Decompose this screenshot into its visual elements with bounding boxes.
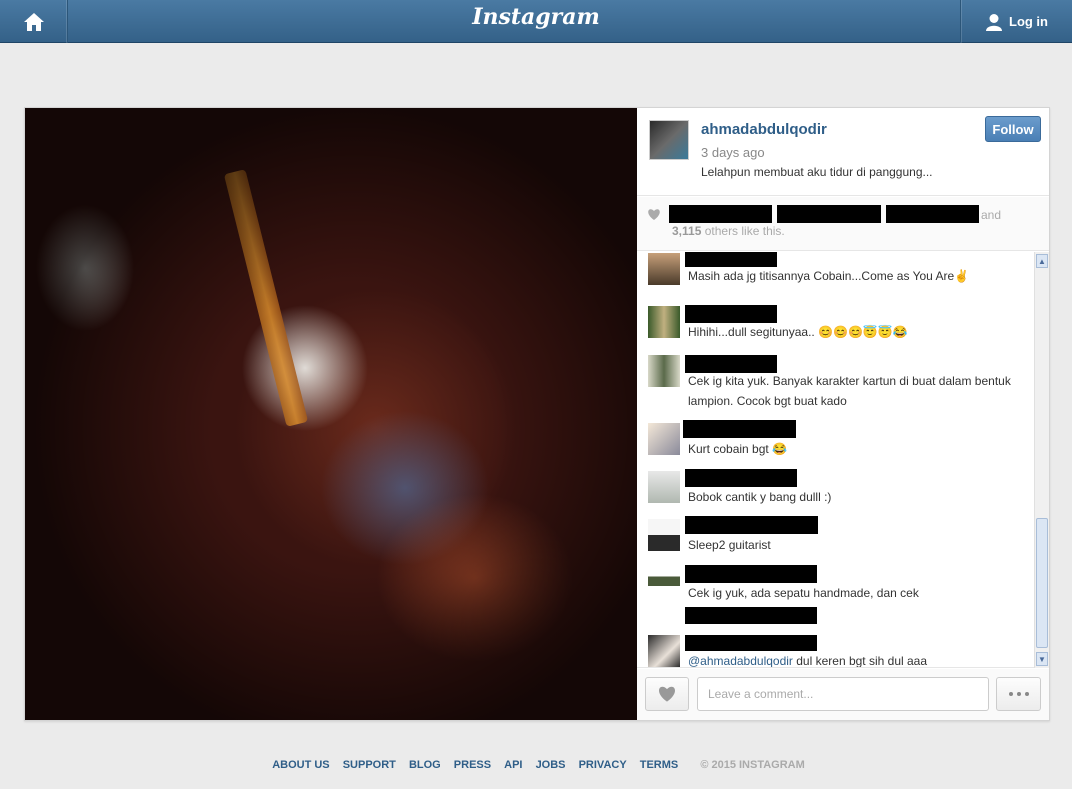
comment-text: Masih ada jg titisannya Cobain...Come as… — [688, 269, 970, 283]
commenter-avatar[interactable] — [648, 635, 680, 667]
heart-icon — [648, 209, 660, 220]
author-username[interactable]: ahmadabdulqodir — [701, 121, 827, 138]
comment-text: Bobok cantik y bang dulll :) — [688, 490, 832, 504]
comment-input[interactable] — [697, 677, 989, 711]
comment-composer — [637, 669, 1049, 720]
post-timestamp[interactable]: 3 days ago — [701, 145, 765, 160]
comment-text-body: dul keren bgt sih dul aaa — [792, 654, 928, 668]
commenter-avatar[interactable] — [648, 567, 680, 599]
footer-link-about[interactable]: ABOUT US — [272, 759, 329, 771]
comment-text: Kurt cobain bgt 😂 — [688, 442, 787, 456]
home-button[interactable] — [0, 0, 68, 43]
redacted-liker-1 — [669, 205, 772, 223]
comment-item: @ahmadabdulqodir dul keren bgt sih dul a… — [637, 627, 1032, 667]
redacted-commenter-name — [683, 420, 796, 438]
like-button[interactable] — [645, 677, 689, 711]
follow-button[interactable]: Follow — [985, 116, 1041, 142]
login-button[interactable]: Log in — [960, 0, 1072, 43]
footer-link-api[interactable]: API — [504, 759, 522, 771]
comment-text: Cek ig yuk, ada sepatu handmade, dan cek — [688, 586, 919, 600]
comment-item: Masih ada jg titisannya Cobain...Come as… — [637, 252, 1032, 292]
comment-item: Cek ig yuk, ada sepatu handmade, dan cek — [637, 559, 1032, 625]
user-icon — [986, 13, 1002, 31]
more-dot-icon — [1024, 692, 1029, 696]
scroll-down-arrow-icon[interactable]: ▼ — [1036, 652, 1048, 666]
comment-text: Cek ig kita yuk. Banyak karakter kartun … — [688, 374, 1011, 408]
top-navigation-bar: Instagram Log in — [0, 0, 1072, 43]
login-label: Log in — [1009, 14, 1048, 29]
heart-icon — [659, 686, 675, 702]
post-photo[interactable] — [25, 108, 637, 720]
redacted-commenter-name — [685, 469, 797, 487]
likes-section: and 3,115 others like this. — [637, 197, 1049, 251]
footer: ABOUT US SUPPORT BLOG PRESS API JOBS PRI… — [0, 759, 1072, 771]
likes-count[interactable]: 3,115 — [672, 224, 701, 238]
redacted-handle — [685, 607, 817, 624]
redacted-commenter-name — [685, 635, 817, 651]
commenter-avatar[interactable] — [648, 355, 680, 387]
redacted-liker-3 — [886, 205, 979, 223]
redacted-commenter-name — [685, 565, 817, 583]
footer-link-privacy[interactable]: PRIVACY — [579, 759, 627, 771]
footer-link-blog[interactable]: BLOG — [409, 759, 441, 771]
footer-link-support[interactable]: SUPPORT — [343, 759, 396, 771]
comment-text: Sleep2 guitarist — [688, 538, 771, 552]
comment-item: Cek ig kita yuk. Banyak karakter kartun … — [637, 347, 1032, 409]
commenter-avatar[interactable] — [648, 519, 680, 551]
instagram-logo[interactable]: Instagram — [0, 4, 1072, 30]
scroll-up-arrow-icon[interactable]: ▲ — [1036, 254, 1048, 268]
comment-item: Bobok cantik y bang dulll :) — [637, 463, 1032, 507]
post-details-panel: ahmadabdulqodir 3 days ago Lelahpun memb… — [637, 108, 1049, 720]
comment-mention-link[interactable]: @ahmadabdulqodir — [688, 654, 793, 667]
footer-link-press[interactable]: PRESS — [454, 759, 491, 771]
likes-suffix: others like this. — [701, 224, 785, 238]
likes-and-text: and — [981, 208, 1002, 222]
comment-item: Kurt cobain bgt 😂 — [637, 415, 1032, 459]
footer-link-terms[interactable]: TERMS — [640, 759, 679, 771]
redacted-commenter-name — [685, 305, 777, 323]
comments-list[interactable]: Masih ada jg titisannya Cobain...Come as… — [637, 252, 1049, 668]
comment-item: Sleep2 guitarist — [637, 511, 1032, 555]
post-card: ahmadabdulqodir 3 days ago Lelahpun memb… — [24, 107, 1050, 721]
comment-item: Hihihi...dull segitunyaa.. 😊😊😊😇😇😂 — [637, 297, 1032, 341]
comment-text: @ahmadabdulqodir dul keren bgt sih dul a… — [688, 651, 1028, 668]
commenter-avatar[interactable] — [648, 423, 680, 455]
more-dot-icon — [1008, 692, 1013, 696]
comments-scrollbar[interactable]: ▲ ▼ — [1034, 252, 1049, 668]
copyright: © 2015 INSTAGRAM — [700, 759, 805, 771]
post-caption: Lelahpun membuat aku tidur di panggung..… — [701, 165, 933, 179]
more-dot-icon — [1016, 692, 1021, 696]
commenter-avatar[interactable] — [648, 306, 680, 338]
author-avatar[interactable] — [649, 120, 689, 160]
more-options-button[interactable] — [996, 677, 1041, 711]
home-icon — [23, 12, 44, 31]
commenter-avatar[interactable] — [648, 253, 680, 285]
post-header: ahmadabdulqodir 3 days ago Lelahpun memb… — [637, 108, 1049, 196]
comment-text: Hihihi...dull segitunyaa.. 😊😊😊😇😇😂 — [688, 325, 908, 339]
redacted-liker-2 — [777, 205, 881, 223]
footer-link-jobs[interactable]: JOBS — [536, 759, 566, 771]
photo-vignette — [25, 108, 637, 720]
scrollbar-thumb[interactable] — [1036, 518, 1048, 648]
redacted-commenter-name — [685, 252, 777, 267]
commenter-avatar[interactable] — [648, 471, 680, 503]
redacted-commenter-name — [685, 516, 818, 534]
likes-count-line: 3,115 others like this. — [672, 224, 785, 238]
